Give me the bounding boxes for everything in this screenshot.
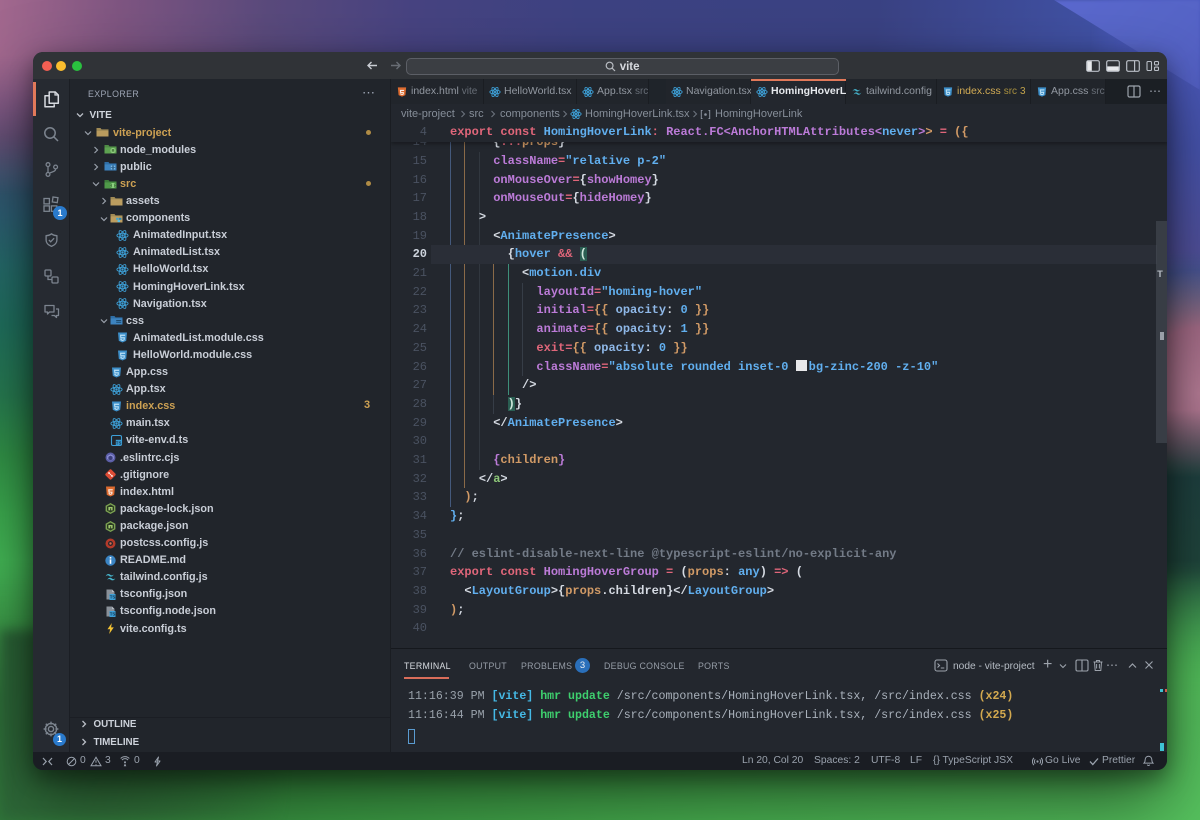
svg-text:TS: TS <box>116 440 122 445</box>
svg-text:TS: TS <box>110 595 116 600</box>
svg-text:TS: TS <box>110 612 116 617</box>
